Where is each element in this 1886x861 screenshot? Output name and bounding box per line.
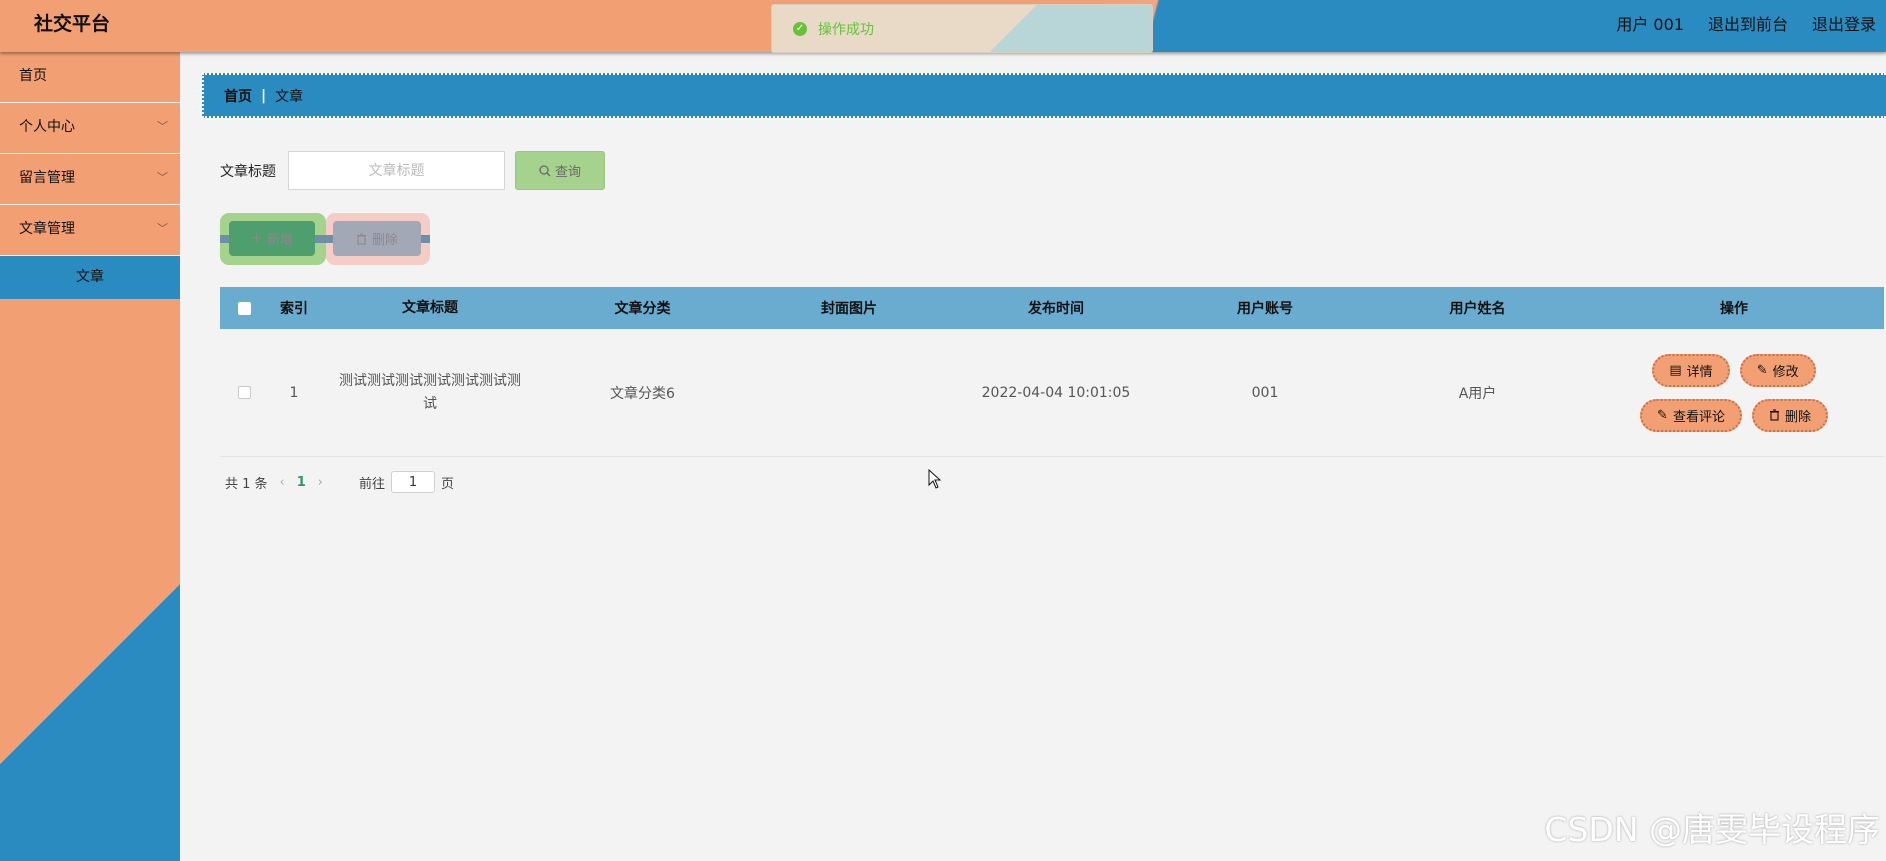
sidebar-item-label: 个人中心 bbox=[19, 119, 75, 135]
watermark: CSDN @唐雯毕设程序 bbox=[1544, 810, 1880, 849]
add-button[interactable]: + 新增 bbox=[229, 221, 315, 256]
header-category: 文章分类 bbox=[614, 301, 671, 317]
row-delete-button[interactable]: 删除 bbox=[1751, 398, 1828, 432]
goto-suffix: 页 bbox=[441, 476, 455, 492]
sidebar-item-personal-center[interactable]: 个人中心 ﹀ bbox=[0, 103, 180, 154]
cell-index: 1 bbox=[289, 384, 299, 401]
search-button-label: 查询 bbox=[554, 165, 581, 180]
mouse-cursor-icon bbox=[928, 469, 942, 489]
check-circle-icon: ✓ bbox=[793, 21, 807, 36]
search-icon bbox=[539, 164, 551, 176]
search-input[interactable] bbox=[288, 151, 505, 190]
breadcrumb-home[interactable]: 首页 bbox=[224, 86, 252, 106]
edit-button[interactable]: ✎ 修改 bbox=[1739, 353, 1816, 387]
view-comments-label: 查看评论 bbox=[1672, 409, 1725, 425]
delete-button-label: 删除 bbox=[371, 233, 398, 248]
goto-page-input[interactable] bbox=[391, 471, 436, 493]
sidebar-item-article-management[interactable]: 文章管理 ﹀ bbox=[0, 205, 180, 256]
breadcrumb: 首页 | 文章 bbox=[202, 73, 1886, 118]
plus-icon: + bbox=[251, 231, 262, 246]
cell-account: 001 bbox=[1251, 384, 1279, 401]
pagination: 共 1 条 ‹ 1 › 前往 页 bbox=[225, 471, 454, 493]
chevron-down-icon: ﹀ bbox=[157, 222, 168, 235]
detail-button-label: 详情 bbox=[1686, 364, 1713, 380]
sidebar-subitem-article[interactable]: 文章 bbox=[0, 256, 180, 299]
add-button-frame: + 新增 bbox=[220, 213, 326, 265]
sidebar: 首页 个人中心 ﹀ 留言管理 ﹀ 文章管理 ﹀ 文章 bbox=[0, 52, 180, 861]
header-title: 文章标题 bbox=[402, 299, 458, 316]
cell-name: A用户 bbox=[1458, 385, 1497, 402]
cell-operations: ▤ 详情 ✎ 修改 ✎ 查看评论 删除 bbox=[1584, 353, 1884, 432]
chevron-down-icon: ﹀ bbox=[157, 120, 168, 133]
select-all-checkbox[interactable] bbox=[237, 301, 251, 315]
sidebar-item-home[interactable]: 首页 bbox=[0, 52, 180, 103]
toast-message: 操作成功 bbox=[818, 21, 874, 38]
edit-icon: ✎ bbox=[1756, 362, 1768, 378]
logout-link[interactable]: 退出登录 bbox=[1812, 11, 1876, 35]
cell-time: 2022-04-04 10:01:05 bbox=[981, 384, 1131, 401]
batch-delete-button[interactable]: 删除 bbox=[333, 221, 421, 256]
add-button-label: 新增 bbox=[266, 233, 293, 248]
goto-prefix: 前往 bbox=[359, 476, 386, 492]
prev-page-icon[interactable]: ‹ bbox=[280, 475, 285, 490]
header-cover: 封面图片 bbox=[821, 301, 877, 317]
exit-front-link[interactable]: 退出到前台 bbox=[1708, 11, 1788, 35]
next-page-icon[interactable]: › bbox=[318, 475, 323, 490]
sidebar-item-label: 文章管理 bbox=[19, 221, 75, 237]
breadcrumb-separator: | bbox=[261, 87, 267, 104]
article-table: 索引 文章标题 文章分类 封面图片 发布时间 用户账号 用户姓名 操作 1 测试… bbox=[220, 287, 1884, 457]
sidebar-item-label: 首页 bbox=[19, 68, 47, 84]
header-account: 用户账号 bbox=[1237, 301, 1293, 317]
header-operations: 操作 bbox=[1720, 301, 1748, 317]
chevron-down-icon: ﹀ bbox=[157, 171, 168, 184]
header-index: 索引 bbox=[280, 301, 308, 317]
table-header: 索引 文章标题 文章分类 封面图片 发布时间 用户账号 用户姓名 操作 bbox=[220, 287, 1884, 329]
pagination-total: 共 1 条 bbox=[225, 476, 268, 492]
document-icon: ▤ bbox=[1669, 362, 1682, 378]
header-actions: 用户 001 退出到前台 退出登录 bbox=[1616, 11, 1876, 35]
sidebar-item-message-management[interactable]: 留言管理 ﹀ bbox=[0, 154, 180, 205]
breadcrumb-current: 文章 bbox=[275, 88, 304, 105]
success-toast: ✓ 操作成功 bbox=[771, 4, 1153, 53]
edit-icon: ✎ bbox=[1657, 407, 1668, 423]
user-label: 用户 001 bbox=[1616, 15, 1684, 34]
app-title: 社交平台 bbox=[34, 13, 111, 35]
edit-button-label: 修改 bbox=[1772, 364, 1799, 380]
search-label: 文章标题 bbox=[220, 164, 276, 180]
sidebar-item-label: 留言管理 bbox=[19, 170, 75, 186]
detail-button[interactable]: ▤ 详情 bbox=[1652, 353, 1730, 387]
delete-button-frame: 删除 bbox=[326, 213, 430, 265]
row-checkbox[interactable] bbox=[237, 386, 251, 399]
header-name: 用户姓名 bbox=[1449, 301, 1506, 317]
header-time: 发布时间 bbox=[1028, 301, 1084, 317]
cell-title: 测试测试测试测试测试测试测试 bbox=[339, 372, 521, 412]
trash-icon bbox=[356, 232, 366, 245]
trash-icon bbox=[1769, 409, 1779, 421]
search-button[interactable]: 查询 bbox=[515, 151, 605, 190]
cell-category: 文章分类6 bbox=[610, 385, 675, 402]
table-row: 1 测试测试测试测试测试测试测试 文章分类6 2022-04-04 10:01:… bbox=[220, 329, 1884, 457]
page-number[interactable]: 1 bbox=[297, 475, 306, 490]
row-delete-label: 删除 bbox=[1784, 409, 1811, 425]
view-comments-button[interactable]: ✎ 查看评论 bbox=[1640, 398, 1742, 432]
